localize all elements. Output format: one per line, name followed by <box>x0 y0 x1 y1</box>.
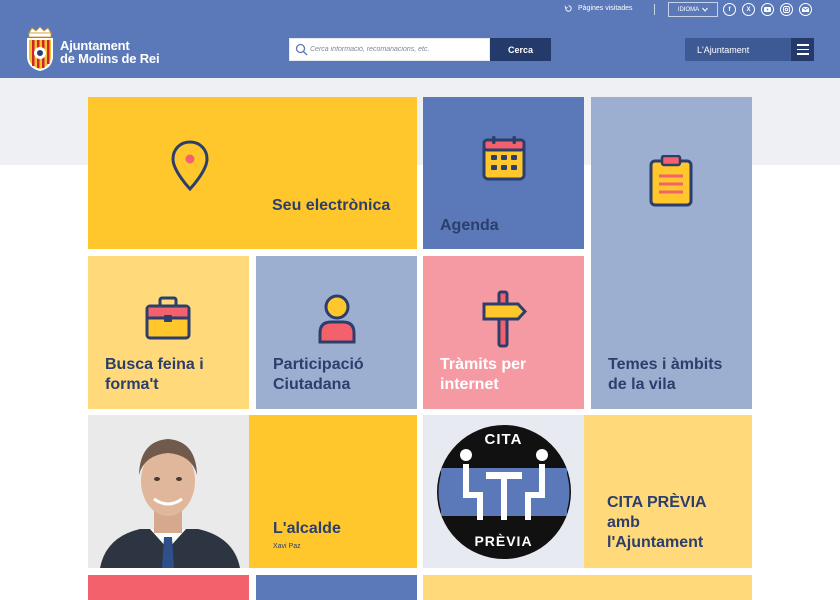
tile-tramits-label: Tràmits per internet <box>440 356 527 393</box>
cita-previa-badge[interactable]: CITA PRÈVIA <box>423 415 584 568</box>
tile-participacio[interactable]: Participació Ciutadana <box>256 256 417 409</box>
tile-row4-1[interactable] <box>88 575 249 600</box>
tile-temes-ambits[interactable]: Temes i àmbits de la vila <box>591 97 752 409</box>
location-pin-icon <box>171 140 209 192</box>
tile-row4-2[interactable] <box>256 575 417 600</box>
mayor-photo <box>88 415 249 568</box>
cita-badge-top: CITA <box>484 431 523 448</box>
visited-pages-label: Pàgines visitades <box>578 5 633 12</box>
tile-agenda[interactable]: Agenda <box>423 97 584 249</box>
divider <box>654 4 655 15</box>
tile-alcalde[interactable]: L'alcalde Xavi Paz <box>249 415 417 568</box>
language-label: IDIOMA <box>677 6 700 13</box>
tile-agenda-label: Agenda <box>440 217 499 234</box>
briefcase-icon <box>145 296 191 340</box>
search-box <box>289 38 490 61</box>
tile-seu-electronica[interactable]: Seu electrònica <box>88 97 417 249</box>
site-brand-name[interactable]: Ajuntament de Molins de Rei <box>60 39 160 66</box>
tile-feina-label: Busca feina i forma't <box>105 356 204 393</box>
brand-line-2: de Molins de Rei <box>60 51 160 66</box>
mayor-name: Xavi Paz <box>273 543 301 550</box>
tile-busca-feina[interactable]: Busca feina i forma't <box>88 256 249 409</box>
x-icon[interactable]: X <box>742 3 755 16</box>
tile-cita-previa[interactable]: CITA PRÈVIA amb l'Ajuntament <box>584 415 752 568</box>
ajuntament-label: L'Ajuntament <box>697 44 750 55</box>
top-utility-bar: Pàgines visitades IDIOMA f X <box>0 0 840 20</box>
tile-row4-3[interactable] <box>423 575 752 600</box>
ajuntament-menu-button[interactable]: L'Ajuntament <box>685 38 791 61</box>
tile-temes-label: Temes i àmbits de la vila <box>608 356 723 393</box>
chevron-down-icon <box>702 7 709 12</box>
cita-badge-bottom: PRÈVIA <box>474 533 533 549</box>
tile-participacio-label: Participació Ciutadana <box>273 356 364 393</box>
clipboard-icon <box>649 155 693 207</box>
tile-tramits[interactable]: Tràmits per internet <box>423 256 584 409</box>
tile-cita-label: CITA PRÈVIA amb l'Ajuntament <box>607 494 706 551</box>
search-button[interactable]: Cerca <box>490 38 551 61</box>
search-input[interactable] <box>310 42 485 57</box>
hamburger-menu-icon[interactable] <box>791 38 814 61</box>
history-icon <box>564 5 572 12</box>
email-icon[interactable] <box>799 3 812 16</box>
facebook-icon[interactable]: f <box>723 3 736 16</box>
person-icon <box>318 294 356 344</box>
tile-alcalde-label: L'alcalde <box>273 520 341 537</box>
language-select[interactable]: IDIOMA <box>668 2 718 17</box>
site-header: Ajuntament de Molins de Rei Cerca L'Ajun… <box>0 20 840 78</box>
calendar-icon <box>482 136 526 181</box>
signpost-icon <box>482 290 528 348</box>
youtube-icon[interactable] <box>761 3 774 16</box>
search-icon <box>295 43 308 56</box>
instagram-icon[interactable] <box>780 3 793 16</box>
tile-seu-label: Seu electrònica <box>272 197 391 214</box>
coat-of-arms-logo[interactable] <box>24 26 56 72</box>
visited-pages-link[interactable]: Pàgines visitades <box>564 4 632 13</box>
